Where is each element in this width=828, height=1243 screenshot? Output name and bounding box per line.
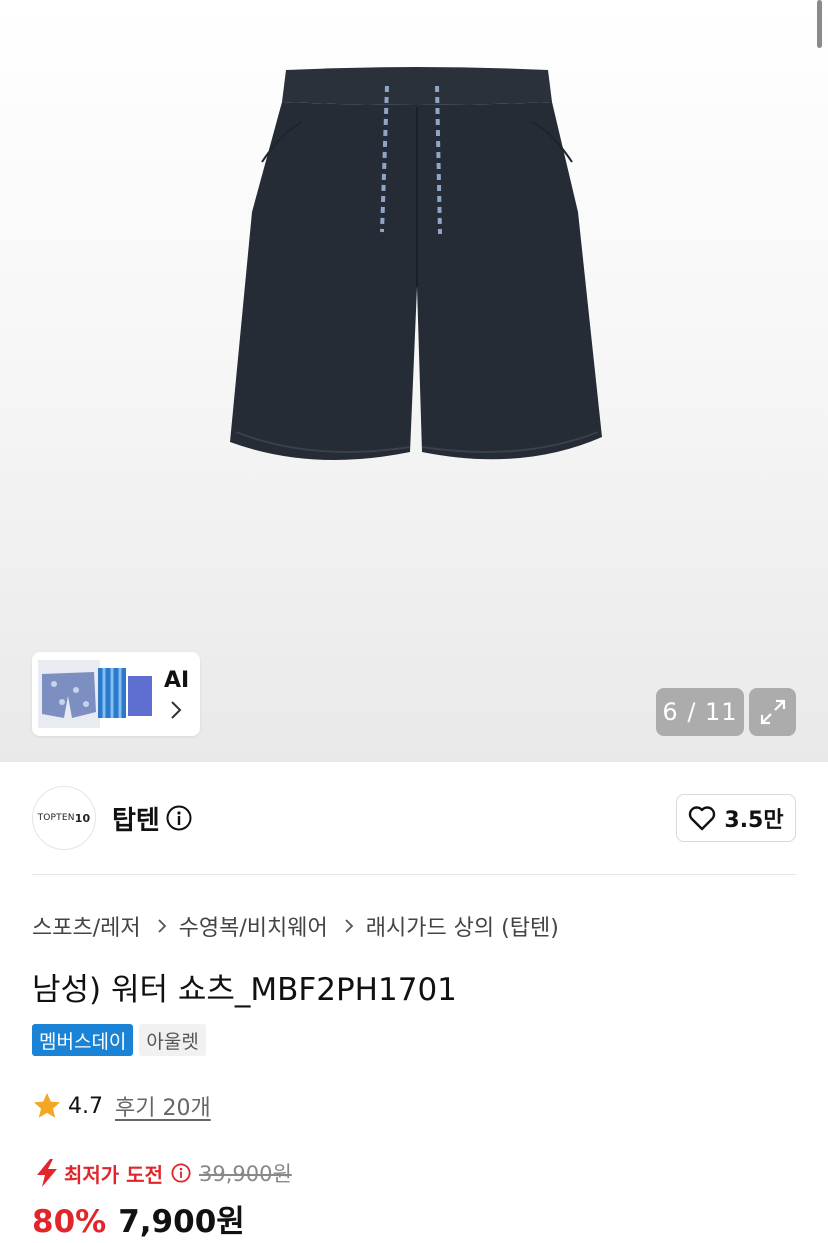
brand-name[interactable]: 탑텐 bbox=[112, 800, 160, 837]
chevron-right-icon bbox=[157, 919, 166, 933]
members-day-badge: 멤버스데이 bbox=[32, 1024, 134, 1056]
product-image[interactable] bbox=[222, 62, 612, 482]
expand-icon bbox=[760, 699, 785, 725]
brand-row: TOPTEN 10 탑텐 3.5만 bbox=[32, 786, 796, 850]
badge-list: 멤버스데이 아울렛 bbox=[32, 1024, 206, 1056]
sale-price: 7,900원 bbox=[118, 1204, 245, 1240]
rating-row: 4.7 후기 20개 bbox=[32, 1090, 211, 1122]
info-icon[interactable] bbox=[166, 805, 192, 831]
outlet-badge: 아울렛 bbox=[139, 1024, 206, 1056]
final-price-row: 80% 7,900원 bbox=[32, 1196, 245, 1241]
like-button[interactable]: 3.5만 bbox=[676, 794, 796, 842]
star-icon bbox=[34, 1093, 60, 1118]
breadcrumb-item-subcategory[interactable]: 수영복/비치웨어 bbox=[179, 910, 328, 942]
heart-icon bbox=[689, 806, 716, 831]
lowest-price-challenge-label: 최저가 도전 bbox=[64, 1162, 163, 1187]
ai-thumbnail-image bbox=[38, 660, 152, 728]
divider bbox=[32, 874, 796, 875]
breadcrumb: 스포츠/레저 수영복/비치웨어 래시가드 상의 (탑텐) bbox=[32, 910, 559, 942]
scrollbar[interactable] bbox=[817, 0, 822, 48]
chevron-right-icon[interactable] bbox=[166, 698, 186, 722]
original-price: 39,900원 bbox=[198, 1162, 292, 1186]
ai-label[interactable]: AI bbox=[164, 668, 189, 693]
discount-rate: 80% bbox=[32, 1204, 107, 1240]
brand-logo-number: 10 bbox=[74, 811, 91, 825]
review-count-link[interactable]: 후기 20개 bbox=[115, 1090, 211, 1122]
breadcrumb-item-category[interactable]: 스포츠/레저 bbox=[32, 910, 141, 942]
ai-recommend-card[interactable] bbox=[32, 652, 200, 736]
chevron-right-icon bbox=[345, 919, 353, 933]
breadcrumb-item-leaf[interactable]: 래시가드 상의 (탑텐) bbox=[366, 910, 559, 942]
image-counter: 6 / 11 bbox=[656, 688, 744, 736]
product-gallery[interactable]: AI 6 / 11 bbox=[0, 0, 828, 762]
like-count: 3.5만 bbox=[724, 808, 784, 833]
info-icon[interactable] bbox=[171, 1163, 191, 1183]
brand-logo[interactable]: TOPTEN 10 bbox=[32, 786, 96, 850]
product-title: 남성) 워터 쇼츠_MBF2PH1701 bbox=[32, 972, 457, 1008]
lightning-icon bbox=[37, 1159, 57, 1187]
expand-button[interactable] bbox=[749, 688, 796, 736]
brand-logo-text: TOPTEN bbox=[37, 813, 75, 823]
rating-value: 4.7 bbox=[68, 1093, 103, 1119]
price-challenge-row: 최저가 도전 39,900원 bbox=[34, 1158, 292, 1188]
